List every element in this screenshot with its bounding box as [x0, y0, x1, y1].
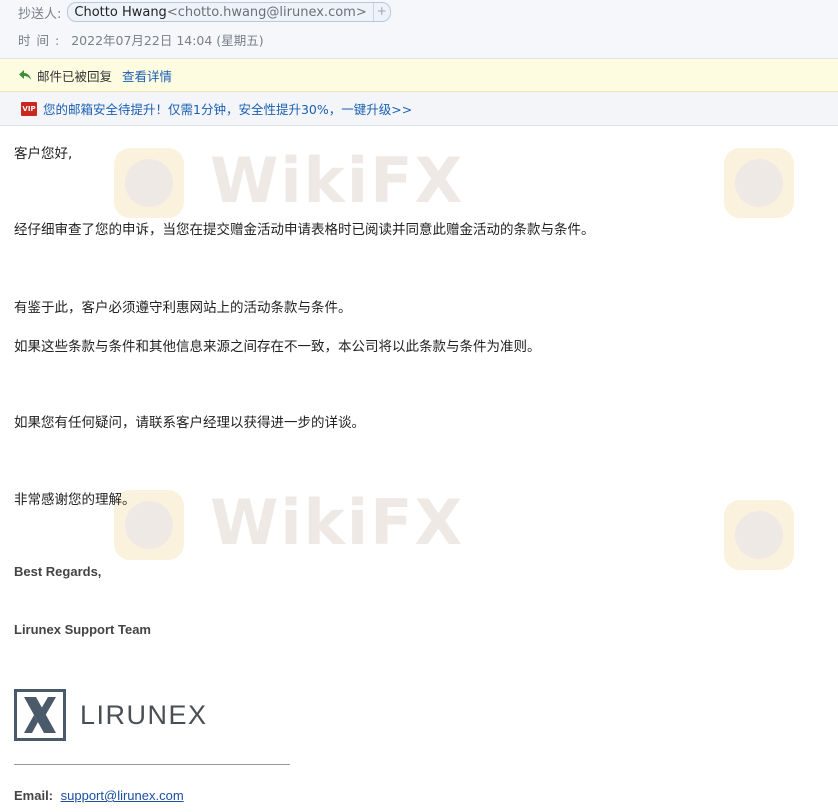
watermark: WikiFX [110, 140, 462, 230]
time-value: 2022年07月22日 14:04 (星期五) [71, 32, 264, 48]
watermark-logo-icon [724, 148, 794, 218]
greeting: 客户您好, [14, 146, 73, 162]
paragraph-thanks: 非常感谢您的理解。 [14, 492, 136, 508]
signature-divider [14, 764, 290, 765]
cc-contact-chip[interactable]: Chotto Hwang <chotto.hwang@lirunex.com> … [67, 2, 391, 22]
cc-contact-name: Chotto Hwang [74, 4, 167, 20]
mail-body: WikiFX WikiFX 客户您好, 经仔细审查了您的申诉，当您在提交赠金活动… [0, 126, 838, 812]
signature-regards: Best Regards, [14, 564, 102, 579]
watermark [720, 492, 838, 582]
time-row: 时间: 2022年07月22日 14:04 (星期五) [18, 30, 264, 48]
watermark: WikiFX [110, 482, 462, 572]
paragraph-inconsistency: 如果这些条款与条件和其他信息来源之间存在不一致，本公司将以此条款与条件为准则。 [14, 339, 541, 355]
replied-notice-bar: 邮件已被回复 查看详情 [0, 59, 838, 92]
cc-contact-email: <chotto.hwang@lirunex.com> [166, 4, 367, 20]
security-upgrade-bar: VIP 您的邮箱安全待提升！仅需1分钟，安全性提升30%，一键升级>> [0, 92, 838, 126]
paragraph-terms: 有鉴于此，客户必须遵守利惠网站上的活动条款与条件。 [14, 300, 352, 316]
watermark-text: WikiFX [210, 144, 465, 217]
signature-team: Lirunex Support Team [14, 622, 151, 637]
email-label: Email: [14, 788, 54, 803]
watermark-text: WikiFX [210, 486, 465, 559]
lirunex-logo-icon [14, 689, 66, 741]
watermark-logo-icon [724, 500, 794, 570]
time-label: 时间: [18, 32, 66, 48]
vip-icon: VIP [21, 101, 37, 116]
replied-text: 邮件已被回复 [37, 68, 113, 84]
security-upgrade-link[interactable]: 您的邮箱安全待提升！仅需1分钟，安全性提升30%，一键升级>> [43, 99, 412, 118]
watermark [720, 140, 838, 230]
watermark-logo-icon [114, 148, 184, 218]
paragraph-questions: 如果您有任何疑问，请联系客户经理以获得进一步的详谈。 [14, 415, 365, 431]
lirunex-logo-text: LIRUNEX [80, 700, 208, 730]
cc-row: 抄送人: Chotto Hwang <chotto.hwang@lirunex.… [18, 2, 391, 22]
view-details-link[interactable]: 查看详情 [122, 66, 172, 85]
reply-arrow-icon [19, 70, 31, 80]
paragraph-review: 经仔细审查了您的申诉，当您在提交赠金活动申请表格时已阅读并同意此赠金活动的条款与… [14, 222, 595, 238]
cc-label: 抄送人: [18, 6, 62, 22]
support-email-link[interactable]: support@lirunex.com [61, 788, 184, 803]
mail-header: 抄送人: Chotto Hwang <chotto.hwang@lirunex.… [0, 0, 838, 59]
add-contact-button[interactable]: + [372, 3, 390, 21]
signature-email-line: Email: support@lirunex.com [14, 788, 184, 803]
